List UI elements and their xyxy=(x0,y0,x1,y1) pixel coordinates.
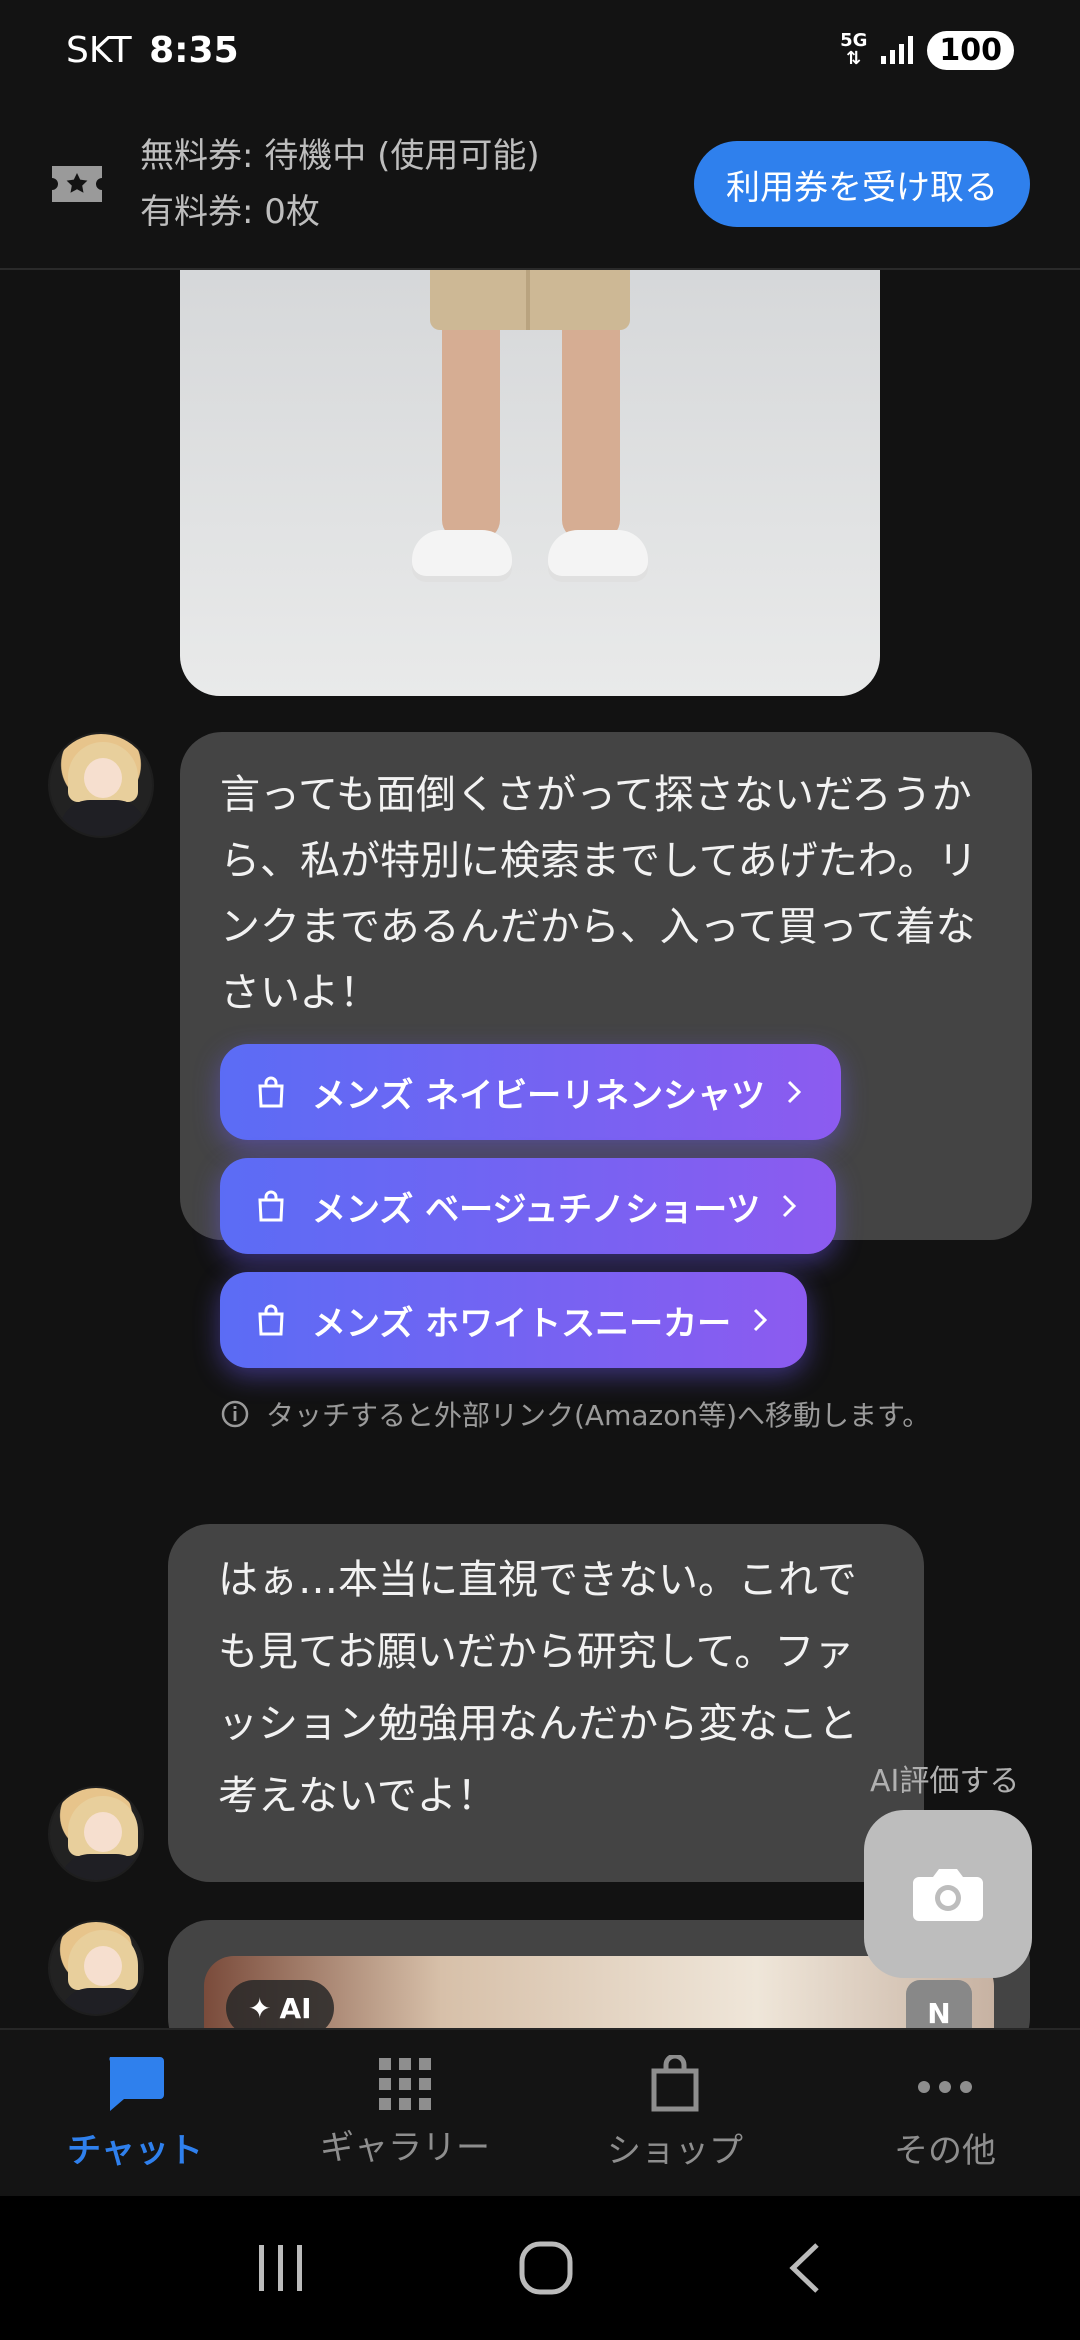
character-avatar-2[interactable] xyxy=(48,1786,144,1882)
battery-indicator: 100 xyxy=(927,30,1014,70)
chevron-right-icon xyxy=(754,1308,768,1332)
character-avatar-3[interactable] xyxy=(48,1920,144,2016)
character-avatar[interactable] xyxy=(48,732,154,838)
shopping-bag-icon xyxy=(258,1190,284,1222)
shopping-bag-icon xyxy=(258,1304,284,1336)
grid-icon xyxy=(379,2057,431,2110)
clock: 8:35 xyxy=(149,29,239,71)
data-arrows-icon: ⇅ xyxy=(846,48,862,69)
nav-shop[interactable]: ショップ xyxy=(540,2030,810,2196)
shop-link-navy-linen-shirt[interactable]: メンズ ネイビーリネンシャツ xyxy=(220,1044,842,1140)
nav-chat-label: チャット xyxy=(67,2130,203,2171)
chat-bubble-bot-2: はぁ…本当に直視できない。これでも見てお願いだから研究して。ファッション勉強用な… xyxy=(168,1524,924,1882)
status-left: SKT 8:35 xyxy=(66,30,239,71)
system-nav-bar xyxy=(0,2196,1080,2340)
camera-icon xyxy=(913,1869,983,1921)
paid-ticket-count: 有料券: 0枚 xyxy=(140,192,320,232)
shop-link-list: メンズ ネイビーリネンシャツ メンズ ベージュチノショーツ メンズ ホワイトスニ… xyxy=(220,1026,992,1368)
outfit-photo[interactable] xyxy=(180,270,880,696)
status-right: 5G ⇅ 100 xyxy=(840,30,1014,70)
chat-area[interactable]: 言っても面倒くさがって探さないだろうから、私が特別に検索までしてあげたわ。リンク… xyxy=(0,270,1080,2028)
nav-gallery[interactable]: ギャラリー xyxy=(270,2030,540,2196)
nav-more-label: その他 xyxy=(894,2130,996,2171)
ticket-bar: 無料券: 待機中 (使用可能) 有料券: 0枚 利用券を受け取る xyxy=(0,100,1080,270)
ai-badge: ✦ AI xyxy=(226,1980,334,2028)
nav-more[interactable]: その他 xyxy=(810,2030,1080,2196)
ticket-status: 無料券: 待機中 (使用可能) 有料券: 0枚 xyxy=(140,128,694,240)
nav-chat[interactable]: チャット xyxy=(0,2030,270,2196)
shorts-shape xyxy=(430,270,630,330)
nav-shop-label: ショップ xyxy=(607,2130,743,2171)
external-link-note-text: タッチすると外部リンク(Amazon等)へ移動します。 xyxy=(266,1399,931,1432)
signal-icon xyxy=(881,36,914,64)
shop-link-label: メンズ ベージュチノショーツ xyxy=(312,1189,761,1230)
shop-link-label: メンズ ホワイトスニーカー xyxy=(312,1303,732,1344)
shop-link-beige-chino-shorts[interactable]: メンズ ベージュチノショーツ xyxy=(220,1158,837,1254)
carrier-label: SKT xyxy=(66,29,132,71)
chat-bubble-bot: 言っても面倒くさがって探さないだろうから、私が特別に検索までしてあげたわ。リンク… xyxy=(180,732,1032,1432)
receive-ticket-button[interactable]: 利用券を受け取る xyxy=(694,141,1030,227)
recent-apps-icon[interactable] xyxy=(257,2243,305,2293)
network-icon: 5G ⇅ xyxy=(840,32,867,68)
chevron-right-icon xyxy=(783,1194,797,1218)
bag-icon xyxy=(651,2054,699,2111)
nav-gallery-label: ギャラリー xyxy=(320,2127,490,2168)
info-icon xyxy=(221,1400,249,1428)
new-badge: N xyxy=(906,1980,972,2028)
shop-link-label: メンズ ネイビーリネンシャツ xyxy=(312,1075,766,1116)
message-text: 言っても面倒くさがって探さないだろうから、私が特別に検索までしてあげたわ。リンク… xyxy=(220,772,978,1016)
message-text-2: はぁ…本当に直視できない。これでも見てお願いだから研究して。ファッション勉強用な… xyxy=(218,1557,858,1819)
back-icon[interactable] xyxy=(787,2241,823,2295)
free-ticket-status: 無料券: 待機中 (使用可能) xyxy=(140,136,540,176)
ai-badge-label: AI xyxy=(279,1991,312,2025)
chevron-right-icon xyxy=(788,1080,802,1104)
ai-rate-camera-button[interactable] xyxy=(864,1810,1032,1978)
chat-icon xyxy=(109,2056,164,2111)
external-link-note: タッチすると外部リンク(Amazon等)へ移動します。 xyxy=(220,1394,992,1434)
status-bar: SKT 8:35 5G ⇅ 100 xyxy=(0,0,1080,100)
bottom-nav: チャット ギャラリー ショップ その他 xyxy=(0,2028,1080,2196)
ai-rate-label: AI評価する xyxy=(870,1764,1020,1799)
shop-link-white-sneakers[interactable]: メンズ ホワイトスニーカー xyxy=(220,1272,808,1368)
sparkle-icon: ✦ xyxy=(248,1991,272,2025)
sneaker-left xyxy=(412,530,512,576)
more-icon xyxy=(918,2080,972,2093)
ticket-icon xyxy=(52,166,102,202)
shopping-bag-icon xyxy=(258,1076,284,1108)
sneaker-right xyxy=(548,530,648,576)
home-icon[interactable] xyxy=(519,2241,573,2295)
